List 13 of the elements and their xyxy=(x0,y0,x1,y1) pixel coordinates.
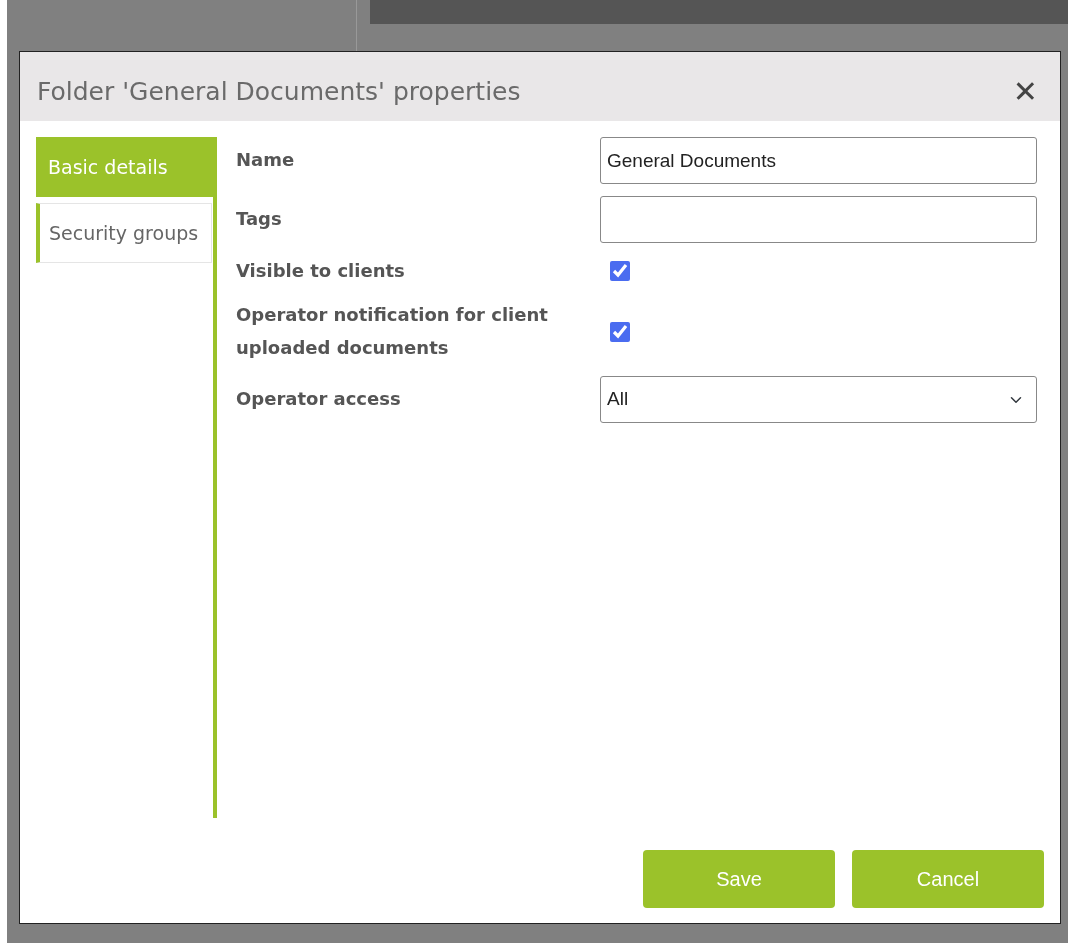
checkbox[interactable] xyxy=(610,261,630,282)
field-label: Operator access xyxy=(236,387,402,412)
field-label: Tags xyxy=(236,207,283,232)
field-label: Visible to clients xyxy=(236,259,406,283)
tab[interactable]: Security groups xyxy=(36,203,212,263)
field-label: Name xyxy=(236,148,296,173)
input-field[interactable]: General Documents xyxy=(600,137,1037,184)
close-button[interactable]: ✕ xyxy=(1008,76,1042,107)
field-label: Operator notification for client uploaded documents xyxy=(236,303,549,360)
dialog-title: Folder 'General Documents' properties xyxy=(37,75,521,108)
select-field[interactable]: All xyxy=(600,376,1037,424)
checkbox[interactable] xyxy=(610,321,630,342)
input-field[interactable] xyxy=(600,196,1037,243)
